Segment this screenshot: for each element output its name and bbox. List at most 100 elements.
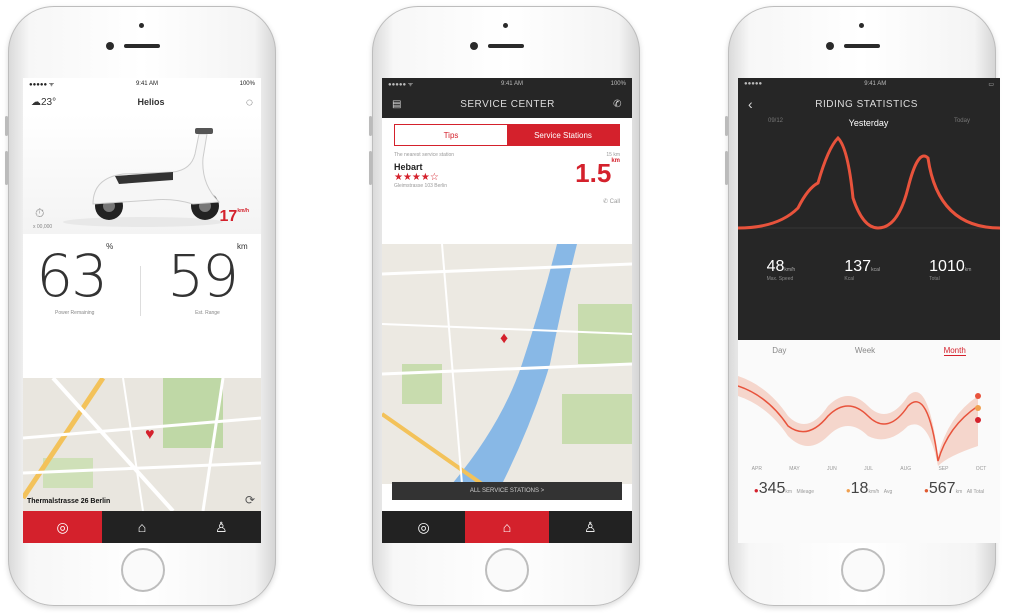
sensor <box>859 23 864 28</box>
battery-status: 100% <box>239 81 255 87</box>
station-distance: 1.5km <box>575 158 620 188</box>
sensor <box>503 23 508 28</box>
carrier-signal: ●●●●● ᯤ <box>388 82 414 88</box>
range-label: Est. Range <box>195 310 220 316</box>
ride-metrics: 48km/h Max. Speed 137kcal Kcal 1010km Total <box>738 258 1000 282</box>
call-link[interactable]: ✆ Call <box>603 198 620 205</box>
sensor <box>139 23 144 28</box>
divider <box>139 266 141 316</box>
tab-week[interactable]: Week <box>855 346 875 356</box>
page-title: SERVICE CENTER <box>460 98 555 110</box>
speaker <box>124 44 160 48</box>
tab-tips[interactable]: Tips <box>395 125 507 145</box>
profile-icon: ♙ <box>215 518 228 535</box>
battery-label: Power Remaining <box>54 310 95 316</box>
status-bar: ●●●●● 9:41 AM ▭ <box>738 78 1000 90</box>
total-all: ●567km All Total <box>924 480 985 497</box>
location-pin-icon[interactable]: ♥ <box>145 426 155 444</box>
battery-metric: 63% Power Remaining <box>36 242 114 316</box>
map-view[interactable]: ♥ Thermalstrasse 26 Berlin ⟳ <box>23 378 261 511</box>
cloud-icon: ☁ <box>31 96 41 108</box>
address-label: Thermalstrasse 26 Berlin <box>27 498 111 505</box>
phone-icon: ✆ <box>602 199 608 205</box>
monthly-totals: ●345km Mileage ●18km/h Avg ●567km All To… <box>738 472 1000 498</box>
total-mileage: ●345km Mileage <box>753 480 815 497</box>
vehicle-name: Helios <box>137 97 165 107</box>
tab-profile[interactable]: ♙ <box>549 511 632 543</box>
home-button[interactable] <box>841 548 885 592</box>
battery-status: 100% <box>610 81 626 87</box>
metric-calories: 137kcal Kcal <box>844 258 880 282</box>
all-stations-button[interactable]: ALL SERVICE STATIONS > <box>392 482 622 500</box>
tab-bar: ◎ ⌂ ♙ <box>23 511 261 543</box>
message-icon[interactable]: ◌ <box>246 95 253 109</box>
screen-riding-statistics: ●●●●● 9:41 AM ▭ ‹ RIDING STATISTICS 09/1… <box>738 78 1000 543</box>
dashboard-header: ☁23° Helios ◌ <box>23 90 261 114</box>
refresh-icon[interactable]: ⟳ <box>245 493 255 507</box>
service-header: ▤ SERVICE CENTER ✆ <box>382 90 632 118</box>
battery-range-panel: 63% Power Remaining 59km Est. Range <box>23 234 261 316</box>
screen-service-center: ●●●●● ᯤ 9:41 AM 100% ▤ SERVICE CENTER ✆ … <box>382 78 632 543</box>
day-prev[interactable]: 09/12 <box>768 118 783 128</box>
phone-frame-2: ●●●●● ᯤ 9:41 AM 100% ▤ SERVICE CENTER ✆ … <box>369 6 640 606</box>
tab-day[interactable]: Day <box>772 346 786 356</box>
home-button[interactable] <box>485 548 529 592</box>
tab-dashboard[interactable]: ◎ <box>23 511 103 543</box>
phone-call-icon[interactable]: ✆ <box>613 99 622 110</box>
odometer-icon: ⏱ <box>35 206 45 220</box>
stats-header: ‹ RIDING STATISTICS <box>738 90 1000 118</box>
metric-total: 1010km Total <box>929 258 972 282</box>
battery-icon: ▭ <box>988 81 994 88</box>
odometer-value: x 00,000 <box>33 224 53 230</box>
front-camera <box>826 42 834 50</box>
tab-service-stations[interactable]: Service Stations <box>507 125 619 145</box>
front-camera <box>470 42 478 50</box>
tab-bar: ◎ ⌂ ♙ <box>382 511 632 543</box>
range-metric: 59km Est. Range <box>167 242 248 316</box>
map-graphics <box>382 244 632 484</box>
scooter-image: ⏱ x 00,000 17km/h <box>23 114 261 234</box>
home-button[interactable] <box>121 548 165 592</box>
tab-month[interactable]: Month <box>943 346 966 356</box>
segmented-control: Tips Service Stations <box>394 124 620 146</box>
toolbox-icon: ⌂ <box>137 519 147 535</box>
status-bar: ●●●●● ᯤ 9:41 AM 100% <box>382 78 632 90</box>
profile-icon: ♙ <box>584 518 597 535</box>
phone-frame-3: ●●●●● 9:41 AM ▭ ‹ RIDING STATISTICS 09/1… <box>725 6 1000 606</box>
status-bar: ●●●●● ᯤ 9:41 AM 100% <box>23 78 261 90</box>
map-graphics <box>23 378 261 511</box>
list-icon[interactable]: ▤ <box>392 99 402 110</box>
station-pin-icon[interactable]: ♦ <box>500 330 508 348</box>
station-map[interactable]: ♦ <box>382 244 632 484</box>
status-time: 9:41 AM <box>864 81 887 87</box>
metric-max-speed: 48km/h Max. Speed <box>766 258 796 282</box>
day-selector: 09/12 Yesterday Today <box>738 118 1000 128</box>
total-avg: ●18km/h Avg <box>845 480 893 497</box>
monthly-chart <box>738 376 981 466</box>
range-value: 59 <box>167 242 239 310</box>
day-next[interactable]: Today <box>954 118 970 128</box>
screen-dashboard: ●●●●● ᯤ 9:41 AM 100% ☁23° Helios ◌ ⏱ x 0… <box>23 78 261 543</box>
toolbox-icon: ⌂ <box>502 519 512 535</box>
battery-value: 63 <box>36 242 108 310</box>
tab-toolbox[interactable]: ⌂ <box>465 511 549 543</box>
day-current[interactable]: Yesterday <box>849 118 889 128</box>
dashboard-icon: ◎ <box>56 518 69 535</box>
speaker <box>488 44 524 48</box>
status-time: 9:41 AM <box>500 81 523 87</box>
page-title: RIDING STATISTICS <box>815 98 918 110</box>
tab-profile[interactable]: ♙ <box>182 511 261 543</box>
carrier-signal: ●●●●● ᯤ <box>29 82 55 88</box>
tab-toolbox[interactable]: ⌂ <box>102 511 181 543</box>
monthly-panel: Day Week Month APR MAY JUN JUL AUG SEP OCT ●34… <box>738 340 1000 543</box>
front-camera <box>106 42 114 50</box>
weather: ☁23° <box>31 96 57 108</box>
tab-dashboard[interactable]: ◎ <box>382 511 465 543</box>
back-arrow-icon[interactable]: ‹ <box>748 96 753 112</box>
station-card[interactable]: Hebart ★★★★☆ Gleimstrasse 103 Berlin 1.5… <box>382 158 632 214</box>
carrier-signal: ●●●●● <box>744 81 763 87</box>
daily-speed-curve <box>738 135 1000 230</box>
status-time: 9:41 AM <box>135 81 158 87</box>
phone-frame-1: ●●●●● ᯤ 9:41 AM 100% ☁23° Helios ◌ ⏱ x 0… <box>5 6 276 606</box>
speaker <box>844 44 880 48</box>
